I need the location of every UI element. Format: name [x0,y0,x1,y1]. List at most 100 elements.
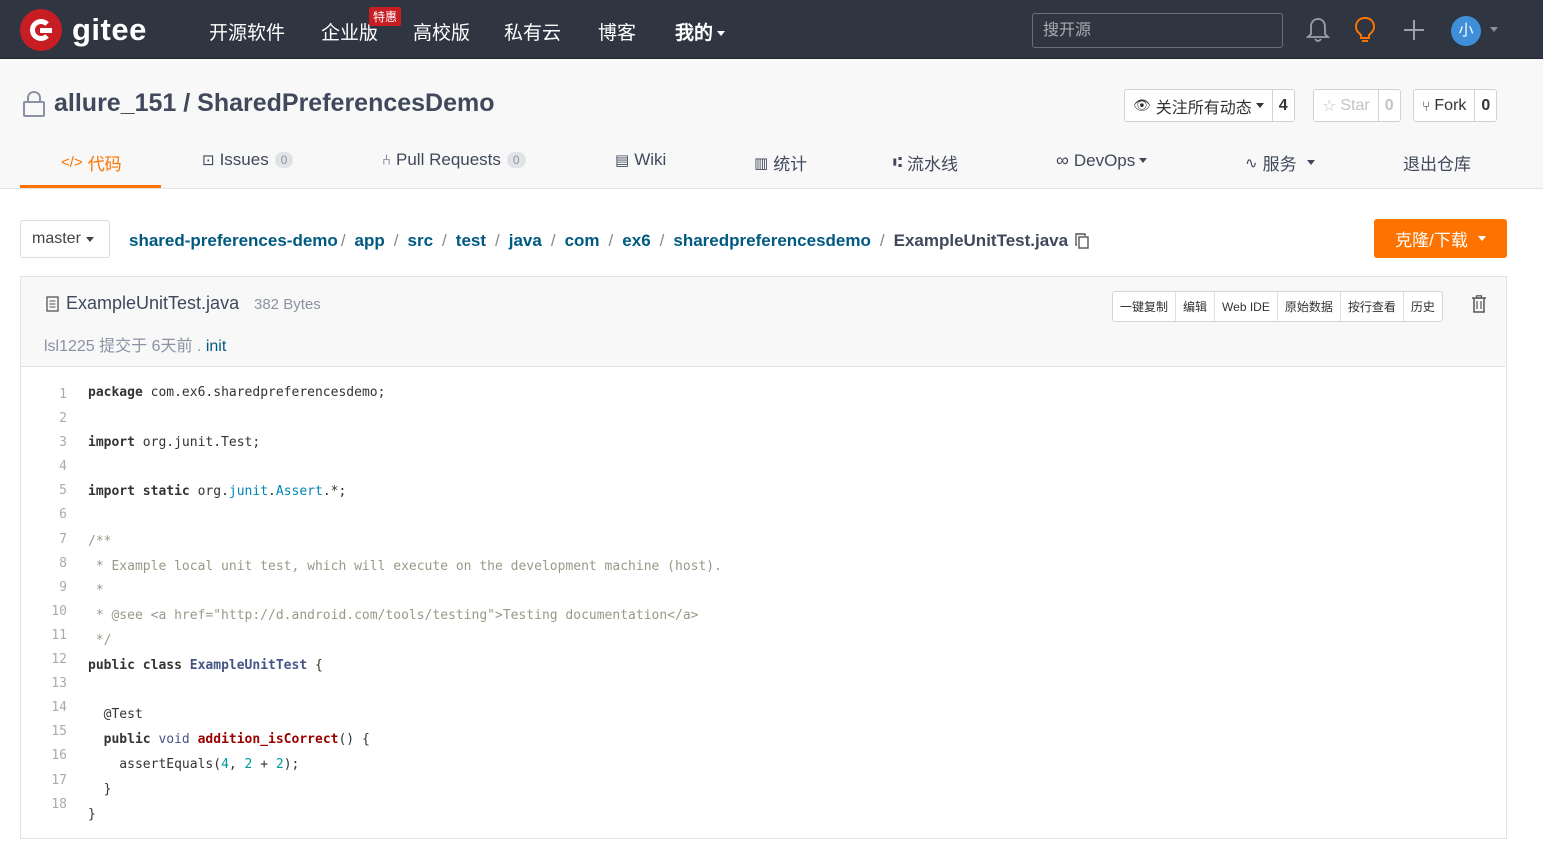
clone-label: 克隆/下载 [1395,231,1468,250]
search-input[interactable] [1032,13,1283,48]
tab-issues-label: Issues [219,150,269,169]
trash-icon[interactable] [1471,295,1487,313]
avatar[interactable]: 小 [1451,16,1481,46]
nav-university[interactable]: 高校版 [413,18,470,45]
tab-code[interactable]: </> 代码 [61,150,122,175]
tab-pull-requests-label: Pull Requests [396,150,501,169]
history-button[interactable]: 历史 [1404,292,1442,321]
line-number[interactable]: 17 [45,769,67,793]
pull-request-icon: ⑃ [382,151,392,169]
tab-devops[interactable]: ∞ DevOps [1056,150,1148,171]
tab-pull-requests[interactable]: ⑃ Pull Requests 0 [382,150,526,170]
commit-message[interactable]: init [206,338,226,355]
tab-exit-repo[interactable]: 退出仓库 [1403,150,1471,175]
enterprise-promo-badge: 特惠 [369,7,402,26]
watch-button[interactable]: 👁 关注所有动态 4 [1124,89,1295,122]
gitee-logo[interactable]: gitee [20,9,147,51]
bell-icon[interactable] [1305,16,1331,44]
line-number[interactable]: 3 [45,431,67,455]
breadcrumb: shared-preferences-demo / app / src / test /… [129,231,1089,251]
web-ide-button[interactable]: Web IDE [1215,292,1278,321]
breadcrumb-item[interactable]: shared-preferences-demo [129,231,338,251]
tab-issues[interactable]: ⊡ Issues 0 [202,150,294,170]
branch-select[interactable]: master [20,220,110,258]
line-number[interactable]: 16 [45,744,67,768]
code-line: package com.ex6.sharedpreferencesdemo; [88,385,386,400]
star-button[interactable]: ☆ Star 0 [1313,89,1401,122]
gitee-logo-icon [20,9,62,51]
nav-mine-label: 我的 [675,23,714,44]
line-number[interactable]: 12 [45,648,67,672]
nav-blog[interactable]: 博客 [598,18,636,45]
code-line: */ [88,632,112,648]
tab-wiki[interactable]: ▤ Wiki [615,150,666,170]
repo-title[interactable]: allure_151 / SharedPreferencesDemo [54,89,495,118]
fork-count[interactable]: 0 [1475,90,1496,121]
line-number[interactable]: 10 [45,600,67,624]
breadcrumb-item[interactable]: src [408,231,434,251]
lightbulb-icon[interactable] [1352,16,1378,44]
line-number[interactable]: 6 [45,503,67,527]
code-line: } [88,781,112,797]
line-number[interactable]: 7 [45,528,67,552]
file-icon [46,296,59,312]
nav-private-cloud[interactable]: 私有云 [504,18,561,45]
issues-icon: ⊡ [202,152,215,169]
tab-code-label: 代码 [87,155,122,174]
devops-icon: ∞ [1056,150,1069,170]
lock-icon [23,91,45,117]
code-line: } [88,806,96,822]
top-navbar: gitee 开源软件 企业版 特惠 高校版 私有云 博客 我的 小 [0,0,1543,59]
plus-icon[interactable] [1401,16,1427,44]
file-name: ExampleUnitTest.java [66,293,240,313]
tab-service[interactable]: ∿ 服务 [1245,150,1315,175]
breadcrumb-item[interactable]: ex6 [622,231,650,251]
code-line: public void addition_isCorrect() { [103,732,370,748]
tab-stats[interactable]: ▥ 统计 [754,150,807,175]
file-actions: 一键复制 编辑 Web IDE 原始数据 按行查看 历史 [1112,291,1443,322]
breadcrumb-item[interactable]: app [355,231,385,251]
fork-button[interactable]: ⑂ Fork 0 [1413,89,1498,122]
chevron-down-icon [1306,160,1315,165]
line-number[interactable]: 14 [45,696,67,720]
breadcrumb-current-file: ExampleUnitTest.java [893,231,1069,250]
chevron-down-icon [1255,103,1264,108]
logo-text: gitee [72,12,147,47]
breadcrumb-item[interactable]: test [456,231,486,251]
line-number[interactable]: 2 [45,407,67,431]
chevron-down-icon[interactable] [1490,27,1498,32]
star-count[interactable]: 0 [1379,90,1400,121]
line-number[interactable]: 11 [45,624,67,648]
line-number[interactable]: 4 [45,455,67,479]
commit-author[interactable]: lsl1225 提交于 6天前 . [44,338,201,355]
line-number[interactable]: 5 [45,479,67,503]
edit-button[interactable]: 编辑 [1176,292,1216,321]
line-number[interactable]: 18 [45,793,67,817]
line-number[interactable]: 9 [45,576,67,600]
nav-open-source[interactable]: 开源软件 [209,18,285,45]
watch-count[interactable]: 4 [1273,90,1294,121]
code-line: @Test [88,707,143,723]
copy-all-button[interactable]: 一键复制 [1113,292,1177,321]
line-number[interactable]: 8 [45,552,67,576]
line-number[interactable]: 15 [45,720,67,744]
file-viewer: ExampleUnitTest.java 382 Bytes lsl1225 提… [20,276,1507,839]
line-number[interactable]: 1 [45,383,67,407]
branch-name: master [32,230,81,247]
raw-button[interactable]: 原始数据 [1278,292,1341,321]
blame-button[interactable]: 按行查看 [1341,292,1404,321]
tab-service-label: 服务 [1262,155,1297,174]
chevron-down-icon [1139,158,1148,163]
watch-label: 关注所有动态 [1155,99,1252,117]
clone-download-button[interactable]: 克隆/下载 [1374,219,1507,258]
tab-pipeline[interactable]: ⑆ 流水线 [893,150,958,175]
line-number[interactable]: 13 [45,672,67,696]
nav-mine[interactable]: 我的 [675,18,726,45]
breadcrumb-item[interactable]: java [509,231,542,251]
breadcrumb-item[interactable]: sharedpreferencesdemo [673,231,870,251]
breadcrumb-item[interactable]: com [565,231,600,251]
chevron-down-icon [717,31,726,37]
copy-icon[interactable] [1075,233,1089,249]
